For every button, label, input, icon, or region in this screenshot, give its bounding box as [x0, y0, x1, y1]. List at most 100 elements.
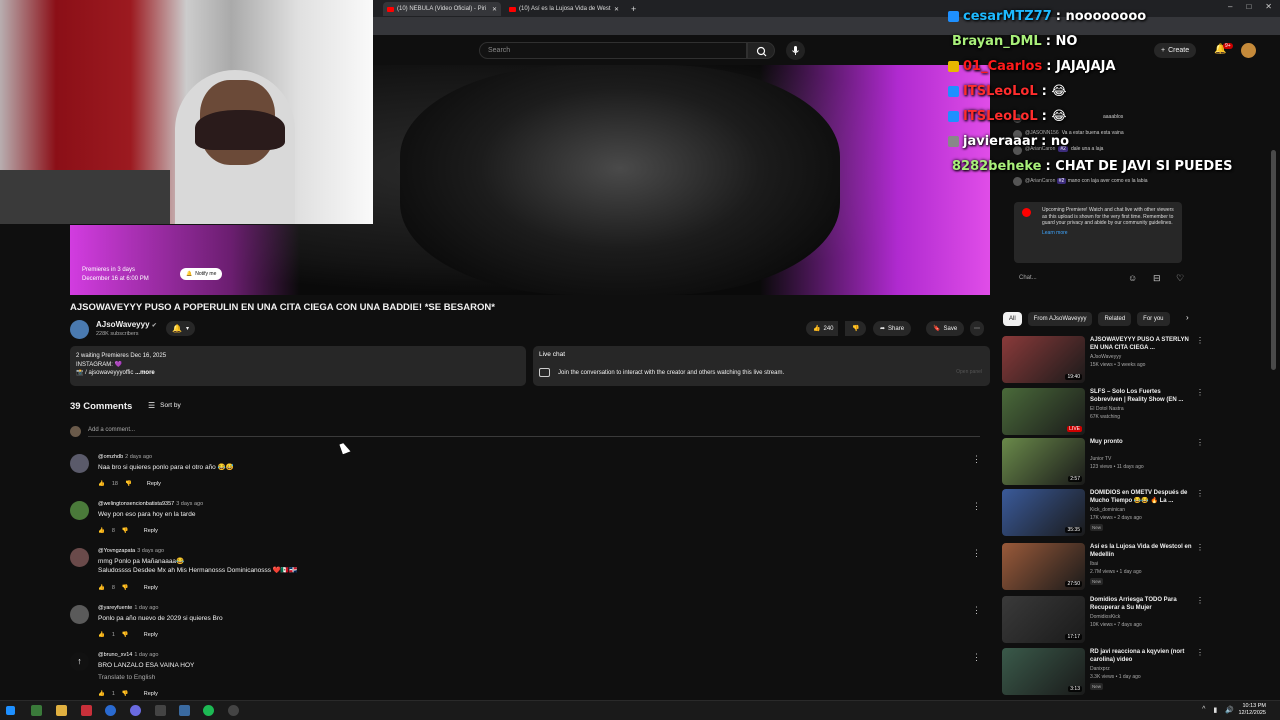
video-menu-icon[interactable]: ⋮	[1196, 489, 1204, 498]
reply-button[interactable]: Reply	[144, 585, 158, 591]
account-avatar[interactable]	[1241, 43, 1256, 58]
windows-start-icon[interactable]	[6, 706, 15, 715]
thumbs-down-icon[interactable]: 👎	[122, 528, 129, 534]
recommended-video[interactable]: 3:13 RD javi reacciona a kqyvien (nort ca…	[1002, 648, 1204, 698]
chat-input[interactable]: Chat...	[1013, 271, 1123, 287]
emoji-icon[interactable]: ☺	[1128, 273, 1137, 283]
app-icon[interactable]	[31, 705, 42, 716]
comment-menu-icon[interactable]: ⋮	[972, 652, 981, 663]
video-thumbnail[interactable]: LIVE	[1002, 388, 1085, 435]
comment-author[interactable]: @welingtonsencionbatista9357	[98, 501, 174, 507]
learn-more-link[interactable]: Learn more	[1042, 230, 1177, 237]
commenter-avatar[interactable]	[70, 501, 89, 520]
maximize-button[interactable]: □	[1246, 2, 1251, 11]
comment-author[interactable]: @yareyfuente	[98, 605, 132, 611]
minimize-button[interactable]: –	[1228, 2, 1232, 11]
sort-by-button[interactable]: ☰ Sort by	[148, 401, 181, 410]
app-icon[interactable]	[81, 705, 92, 716]
comment-menu-icon[interactable]: ⋮	[972, 548, 981, 559]
chevron-right-icon[interactable]: ›	[1186, 313, 1189, 322]
video-menu-icon[interactable]: ⋮	[1196, 543, 1204, 552]
recommended-video[interactable]: LIVE SLFS – Solo Los Fuertes Sobreviven |…	[1002, 388, 1204, 438]
video-menu-icon[interactable]: ⋮	[1196, 596, 1204, 605]
translate-link[interactable]: Translate to English	[98, 674, 194, 683]
recommended-video-title[interactable]: SLFS – Solo Los Fuertes Sobreviven | Rea…	[1090, 388, 1194, 404]
recommended-video[interactable]: 17:17 Domidios Arriesga TODO Para Recuper…	[1002, 596, 1204, 646]
recommended-video-title[interactable]: Muy pronto	[1090, 438, 1194, 446]
channel-name[interactable]: AJsoWaveyyy ✔	[96, 320, 157, 329]
commenter-avatar[interactable]: ↑	[70, 652, 89, 671]
search-input[interactable]: Search	[479, 42, 747, 59]
recommended-video-title[interactable]: RD javi reacciona a kqyvien (nort caroli…	[1090, 648, 1194, 664]
recommended-channel[interactable]: Danixprz	[1090, 666, 1110, 673]
commenter-avatar[interactable]	[70, 548, 89, 567]
obs-icon[interactable]	[228, 705, 239, 716]
like-button[interactable]: 👍 240	[806, 321, 838, 336]
thumbs-up-icon[interactable]: 👍	[98, 528, 105, 534]
recommended-video[interactable]: 19:40 AJSOWAVEYYY PUSO A STERLYN EN UNA C…	[1002, 336, 1204, 386]
thumbs-down-icon[interactable]: 👎	[122, 691, 129, 697]
comment-author[interactable]: @omzhdb	[98, 454, 123, 460]
recommended-channel[interactable]: Junior TV	[1090, 456, 1111, 463]
browser-tab-westcol[interactable]: (10) Así es la Lujosa Vida de West ✕	[505, 2, 623, 16]
comment-author[interactable]: @Yovngzapata	[98, 548, 135, 554]
recommended-channel[interactable]: DomidiosKick	[1090, 614, 1120, 621]
thumbs-down-icon[interactable]: 👎	[125, 481, 132, 487]
close-window-button[interactable]: ✕	[1265, 2, 1272, 11]
add-comment-input[interactable]: Add a comment...	[88, 427, 980, 437]
browser-tab-nebula[interactable]: (10) NEBULA (Video Oficial) - Piri ✕	[383, 2, 501, 16]
network-icon[interactable]: ▮	[1213, 706, 1217, 714]
reply-button[interactable]: Reply	[144, 632, 158, 638]
reply-button[interactable]: Reply	[144, 528, 158, 534]
channel-avatar[interactable]	[70, 320, 89, 339]
more-actions-button[interactable]: ⋯	[970, 321, 984, 336]
save-button[interactable]: 🔖 Save	[926, 321, 965, 336]
reply-button[interactable]: Reply	[147, 481, 161, 487]
video-thumbnail[interactable]: 3:13	[1002, 648, 1085, 695]
video-menu-icon[interactable]: ⋮	[1196, 648, 1204, 657]
recommended-video-title[interactable]: Domidios Arriesga TODO Para Recuperar a …	[1090, 596, 1194, 612]
video-thumbnail[interactable]: 27:50	[1002, 543, 1085, 590]
video-thumbnail[interactable]: 19:40	[1002, 336, 1085, 383]
thumbs-up-icon[interactable]: 👍	[98, 585, 105, 591]
dislike-button[interactable]: 👎	[845, 321, 867, 336]
browser-icon[interactable]	[105, 705, 116, 716]
more-link[interactable]: ...more	[135, 370, 155, 376]
recommended-video-title[interactable]: Así es la Lujosa Vida de Westcol en Mede…	[1090, 543, 1194, 559]
app-icon[interactable]	[155, 705, 166, 716]
recommended-video[interactable]: 2:57 Muy pronto Junior TV 123 views • 11 da…	[1002, 438, 1204, 488]
chip-all[interactable]: All	[1003, 312, 1022, 326]
thumbs-up-icon[interactable]: 👍	[98, 481, 105, 487]
close-icon[interactable]: ✕	[492, 6, 497, 13]
video-menu-icon[interactable]: ⋮	[1196, 438, 1204, 447]
chip-related[interactable]: Related	[1098, 312, 1132, 326]
subscribed-notifications-button[interactable]: 🔔 ▾	[166, 321, 195, 336]
new-tab-button[interactable]: +	[627, 2, 640, 16]
spotify-icon[interactable]	[203, 705, 214, 716]
app-icon[interactable]	[130, 705, 141, 716]
steam-icon[interactable]	[179, 705, 190, 716]
reply-button[interactable]: Reply	[144, 691, 158, 697]
video-description[interactable]: 2 waiting Premieres Dec 16, 2025 INSTAGR…	[70, 346, 526, 386]
voice-search-button[interactable]	[786, 41, 805, 60]
volume-icon[interactable]: 🔊	[1225, 706, 1234, 714]
thumbs-up-icon[interactable]: 👍	[98, 632, 105, 638]
super-chat-icon[interactable]: ⊟	[1153, 273, 1161, 284]
search-button[interactable]	[747, 42, 775, 59]
video-menu-icon[interactable]: ⋮	[1196, 336, 1204, 345]
file-explorer-icon[interactable]	[56, 705, 67, 716]
recommended-video-title[interactable]: DOMIDIOS en OMETV Después de Mucho Tiemp…	[1090, 489, 1194, 505]
commenter-avatar[interactable]	[70, 454, 89, 473]
thumbs-down-icon[interactable]: 👎	[122, 585, 129, 591]
notify-me-button[interactable]: 🔔 Notify me	[180, 268, 223, 280]
open-panel-button[interactable]: Open panel	[956, 369, 982, 375]
recommended-channel[interactable]: Kick_dominican	[1090, 507, 1125, 514]
thumbs-down-icon[interactable]: 👎	[122, 632, 129, 638]
recommended-channel[interactable]: AJsoWaveyyy	[1090, 354, 1121, 361]
recommended-channel[interactable]: Ibai	[1090, 561, 1098, 568]
share-button[interactable]: ➦ Share	[873, 321, 912, 336]
chevron-up-icon[interactable]: ^	[1202, 706, 1205, 714]
comment-menu-icon[interactable]: ⋮	[972, 454, 981, 465]
video-thumbnail[interactable]: 35:35	[1002, 489, 1085, 536]
video-menu-icon[interactable]: ⋮	[1196, 388, 1204, 397]
